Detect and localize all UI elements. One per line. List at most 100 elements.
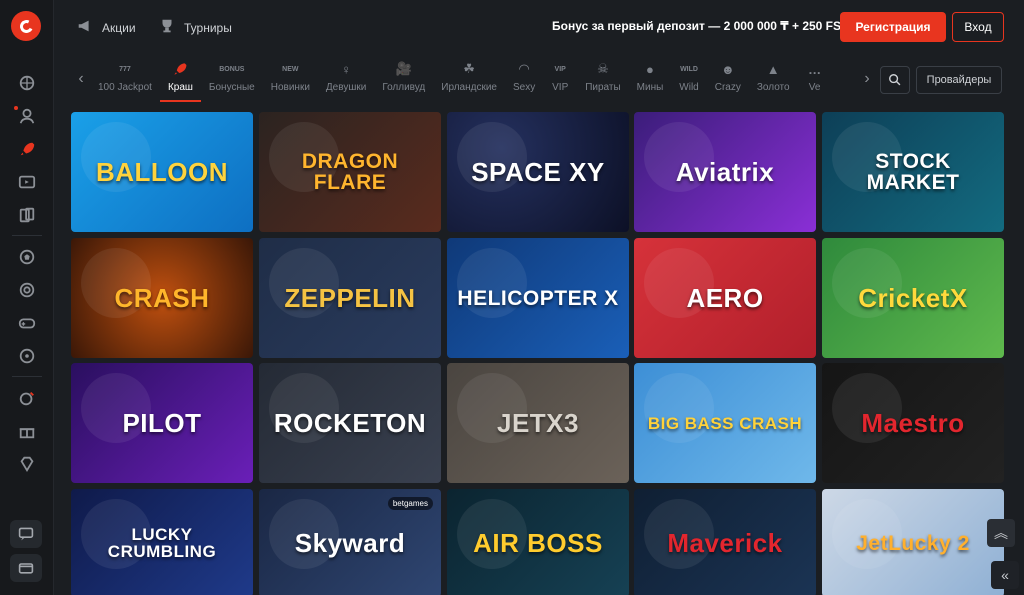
category-label: Crazy	[714, 82, 741, 93]
game-tile[interactable]: SPACE XY	[447, 112, 629, 232]
category-tab[interactable]: Краш	[159, 60, 201, 102]
game-title: Maestro	[861, 408, 965, 438]
game-tile[interactable]: PILOT	[71, 363, 253, 483]
game-title: STOCK MARKET	[866, 150, 960, 194]
category-tab[interactable]: ☘ Ирландские	[433, 60, 505, 102]
search-button[interactable]	[880, 66, 910, 94]
game-title: JETX3	[497, 408, 579, 438]
game-tile[interactable]: Maestro	[822, 363, 1004, 483]
game-title: BALLOON	[95, 157, 229, 187]
category-label: Sexy	[512, 82, 536, 93]
lottery-icon[interactable]	[0, 381, 54, 414]
game-title: PILOT	[122, 408, 202, 438]
game-tile[interactable]: BIG BASS CRASH	[634, 363, 816, 483]
login-button[interactable]: Вход	[952, 12, 1004, 42]
game-tile[interactable]: CRASH	[71, 238, 253, 358]
left-rail	[0, 0, 54, 595]
game-title: AIR BOSS	[473, 528, 603, 558]
rocket-icon	[171, 60, 189, 78]
game-title: DRAGON FLARE	[301, 150, 399, 194]
category-label: Золото	[756, 82, 790, 93]
chevron-left-icon[interactable]: ‹	[70, 64, 92, 94]
game-tile[interactable]: Maverick	[634, 489, 816, 595]
game-tile[interactable]: JETX3	[447, 363, 629, 483]
category-label: Девушки	[325, 82, 367, 93]
category-tab[interactable]: ◠ Sexy	[505, 60, 543, 102]
game-tile[interactable]: LUCKY CRUMBLING	[71, 489, 253, 595]
game-title: HELICOPTER X	[457, 286, 619, 310]
rail-nav	[0, 66, 54, 480]
lips-icon: ◠	[519, 61, 530, 76]
live-casino-icon[interactable]	[0, 339, 54, 372]
game-tile[interactable]: Aviatrix	[634, 112, 816, 232]
gold-icon: ▲	[766, 61, 780, 77]
game-tile[interactable]: Skyward betgames	[259, 489, 441, 595]
chevron-right-icon[interactable]: ›	[856, 64, 878, 94]
category-label: 100 Jackpot	[98, 82, 152, 93]
clover-icon: ☘	[463, 61, 475, 76]
target-icon[interactable]	[0, 273, 54, 306]
category-tab[interactable]: ♀ Девушки	[318, 60, 374, 102]
game-title: CRASH	[114, 283, 210, 313]
top-bar: Акции Турниры Бонус за первый депозит — …	[54, 0, 1024, 52]
diamond-icon[interactable]	[0, 447, 54, 480]
game-tile[interactable]: DRAGON FLARE	[259, 112, 441, 232]
game-tile[interactable]: BALLOON	[71, 112, 253, 232]
game-tile[interactable]: AIR BOSS	[447, 489, 629, 595]
game-tile[interactable]: JetLucky 2	[822, 489, 1004, 595]
category-tab[interactable]: ● Мины	[629, 60, 672, 102]
category-tab[interactable]: BONUS Бонусные	[201, 60, 263, 102]
pirate-icon: ☠	[597, 61, 609, 76]
category-tab[interactable]: NEW Новинки	[263, 60, 318, 102]
camera-icon: 🎥	[395, 61, 412, 76]
category-label: VIP	[552, 82, 569, 93]
promotions-link[interactable]: Акции	[76, 17, 136, 38]
game-tile[interactable]: ROCKETON	[259, 363, 441, 483]
wallet-icon[interactable]	[10, 554, 42, 582]
category-tab[interactable]: VIP VIP	[543, 60, 577, 102]
game-title: Skyward	[294, 528, 406, 558]
category-tab[interactable]: 777 100 Jackpot	[90, 60, 160, 102]
football-icon[interactable]	[0, 240, 54, 273]
game-title: ROCKETON	[273, 408, 427, 438]
vip-icon: VIP	[554, 65, 566, 73]
game-tile[interactable]: HELICOPTER X	[447, 238, 629, 358]
double-chevron-up-icon[interactable]: ︽	[987, 519, 1015, 547]
chat-icon[interactable]	[10, 520, 42, 548]
live-dealer-icon[interactable]	[0, 99, 54, 132]
category-tab[interactable]: 🎥 Голливуд	[374, 60, 433, 102]
category-tab[interactable]: ☻ Crazy	[707, 60, 749, 102]
category-tab[interactable]: ☠ Пираты	[577, 60, 628, 102]
category-tab[interactable]: ▲ Золото	[749, 60, 798, 102]
rocket-icon[interactable]	[0, 132, 54, 165]
double-chevron-left-icon[interactable]: «	[991, 561, 1019, 589]
game-title: LUCKY CRUMBLING	[107, 525, 217, 561]
register-button[interactable]: Регистрация	[840, 12, 946, 42]
bonus-banner-text[interactable]: Бонус за первый депозит — 2 000 000 ₸ + …	[552, 19, 841, 33]
provider-badge: betgames	[387, 497, 433, 510]
game-tile[interactable]: AERO	[634, 238, 816, 358]
game-title: Maverick	[667, 528, 783, 558]
tournaments-link[interactable]: Турниры	[158, 17, 232, 38]
game-title: CricketX	[858, 283, 968, 313]
gift-icon[interactable]	[0, 414, 54, 447]
category-label: Новинки	[270, 82, 310, 93]
gamepad-icon[interactable]	[0, 306, 54, 339]
category-tab[interactable]: WILD Wild	[671, 60, 706, 102]
search-icon	[889, 74, 901, 86]
new-icon: NEW	[282, 65, 299, 73]
game-tile[interactable]: ZEPPELIN	[259, 238, 441, 358]
crazy-icon: ☻	[720, 61, 735, 77]
category-label: Бонусные	[208, 82, 255, 93]
sport-icon[interactable]	[0, 66, 54, 99]
logo[interactable]	[11, 11, 41, 41]
cards-icon[interactable]	[0, 198, 54, 231]
category-tab[interactable]: … Ve	[798, 60, 832, 102]
game-tile[interactable]: CricketX	[822, 238, 1004, 358]
game-tile[interactable]: STOCK MARKET	[822, 112, 1004, 232]
tv-icon[interactable]	[0, 165, 54, 198]
providers-button[interactable]: Провайдеры	[916, 66, 1002, 94]
category-label: Wild	[679, 82, 699, 93]
game-title: BIG BASS CRASH	[647, 413, 803, 433]
megaphone-icon	[76, 17, 94, 38]
